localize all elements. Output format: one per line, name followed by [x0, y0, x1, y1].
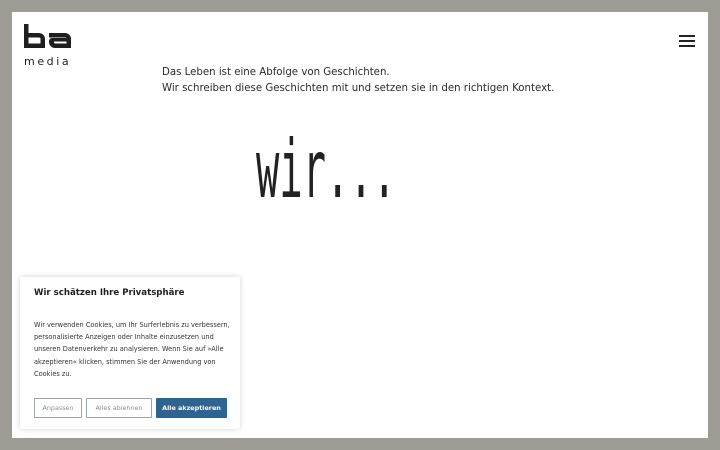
hamburger-menu-icon[interactable] [679, 34, 697, 48]
cookie-description: Wir verwenden Cookies, um Ihr Surferlebn… [34, 321, 230, 378]
reject-all-button[interactable]: Alles ablehnen [86, 398, 152, 418]
cookie-title: Wir schätzen Ihre Privatsphäre [34, 288, 185, 298]
cookie-consent-banner: Wir schätzen Ihre Privatsphäre Wir verwe… [20, 277, 240, 429]
hero-word: wir... [256, 127, 396, 207]
customize-button[interactable]: Anpassen [34, 398, 82, 418]
menu-line [679, 35, 695, 37]
menu-line [679, 40, 695, 42]
ba-media-logo[interactable]: media [24, 24, 74, 70]
intro-line-2: Wir schreiben diese Geschichten mit und … [162, 83, 555, 94]
logo-text: media [24, 55, 72, 68]
menu-line [679, 45, 695, 47]
intro-text: Das Leben ist eine Abfolge von Geschicht… [162, 65, 622, 97]
logo-mark [24, 24, 71, 48]
intro-line-1: Das Leben ist eine Abfolge von Geschicht… [162, 67, 390, 78]
accept-all-button[interactable]: Alle akzeptieren [156, 398, 227, 418]
hero-word-text: wir... [256, 127, 396, 207]
